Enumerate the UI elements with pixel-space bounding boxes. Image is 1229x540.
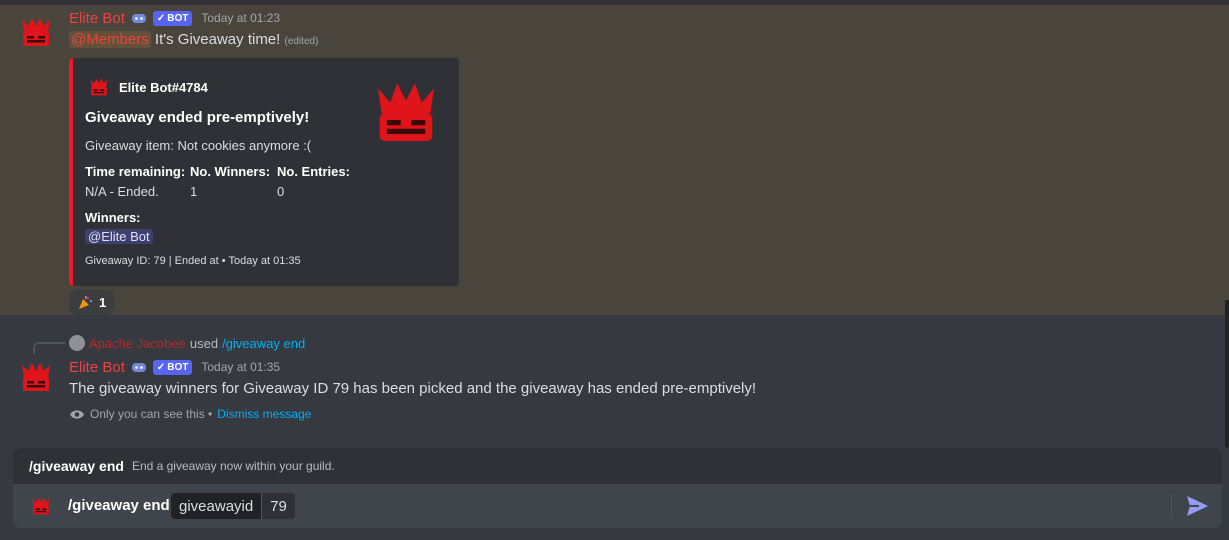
scrollbar-thumb[interactable] [1225, 300, 1229, 448]
bot-tag: ✓ BOT [152, 10, 193, 26]
timestamp: Today at 01:23 [201, 11, 281, 25]
bot-tag-label: BOT [167, 361, 189, 373]
reaction-count: 1 [99, 295, 107, 310]
embed-title: Giveaway ended pre-emptively! [85, 109, 310, 126]
discord-icon [131, 362, 146, 372]
message-header: Elite Bot ✓ BOT Today at 01:23 [69, 8, 280, 28]
ephemeral-notice: Only you can see this • Dismiss message [69, 407, 311, 421]
party-popper-icon [79, 295, 93, 309]
bot-tag-label: BOT [167, 12, 189, 24]
embed-thumbnail-crown-icon[interactable] [371, 78, 441, 148]
message-header: Elite Bot ✓ BOT Today at 01:35 [69, 357, 280, 377]
message-text: The giveaway winners for Giveaway ID 79 … [69, 380, 757, 397]
timestamp: Today at 01:35 [201, 360, 281, 374]
field-value-time: N/A - Ended. [85, 184, 159, 199]
command-name: /giveaway end [29, 458, 124, 474]
bot-avatar[interactable] [16, 357, 56, 397]
message-content: @Members It's Giveaway time! (edited) [69, 31, 318, 48]
bot-avatar[interactable] [16, 12, 56, 52]
eye-icon [70, 409, 84, 419]
field-name-entries: No. Entries: [277, 164, 350, 179]
field-value-entries: 0 [277, 184, 285, 199]
typed-command: /giveaway end [68, 497, 170, 514]
ephemeral-text: Only you can see this • [90, 407, 213, 421]
field-name-winners: No. Winners: [190, 164, 271, 179]
crown-logo-icon [22, 363, 50, 391]
reply-command[interactable]: /giveaway end [222, 336, 305, 351]
dismiss-message-link[interactable]: Dismiss message [217, 407, 311, 421]
role-mention[interactable]: @Members [69, 31, 151, 48]
edited-label: (edited) [284, 36, 319, 47]
field-value-winners: 1 [190, 184, 198, 199]
send-icon[interactable] [1185, 495, 1209, 517]
embed-description: Giveaway item: Not cookies anymore :( [85, 138, 312, 153]
reaction-button[interactable]: 1 [69, 290, 115, 315]
crown-logo-icon [32, 497, 50, 515]
bot-tag: ✓ BOT [152, 359, 193, 375]
reply-connector [33, 342, 65, 354]
winners-label: Winners: [85, 210, 141, 225]
message-highlighted: Elite Bot ✓ BOT Today at 01:23 @Members … [0, 5, 1229, 315]
command-description: End a giveaway now within your guild. [131, 459, 335, 473]
composer-divider [1171, 494, 1172, 518]
winner-mention[interactable]: @Elite Bot [85, 229, 153, 244]
embed-author: Elite Bot#4784 [87, 75, 208, 99]
user-avatar[interactable] [69, 335, 85, 351]
embed-footer: Giveaway ID: 79 | Ended at • Today at 01… [85, 255, 301, 267]
reply-used-label: used [189, 335, 219, 351]
field-name-time: Time remaining: [85, 164, 186, 179]
check-icon: ✓ [156, 12, 166, 24]
crown-logo-icon [22, 18, 50, 46]
author-name[interactable]: Elite Bot [69, 359, 125, 376]
author-name[interactable]: Elite Bot [69, 10, 125, 27]
crown-logo-icon [90, 78, 108, 96]
embed-author-name: Elite Bot#4784 [119, 79, 208, 95]
interaction-reply: Apache Jacobee used /giveaway end [69, 335, 305, 351]
check-icon: ✓ [156, 361, 166, 373]
reply-username[interactable]: Apache Jacobee [89, 336, 186, 351]
giveaway-embed: Elite Bot#4784 Giveaway ended pre-emptiv… [69, 58, 459, 286]
discord-icon [131, 13, 146, 23]
command-option-pill[interactable]: giveawayid 79 [171, 493, 295, 519]
option-name: giveawayid [179, 497, 254, 515]
message-composer[interactable]: /giveaway end giveawayid 79 [13, 484, 1222, 528]
command-hint[interactable]: /giveaway end End a giveaway now within … [13, 448, 1222, 484]
message-text: It's Giveaway time! [154, 31, 281, 48]
option-value[interactable]: 79 [261, 493, 295, 519]
